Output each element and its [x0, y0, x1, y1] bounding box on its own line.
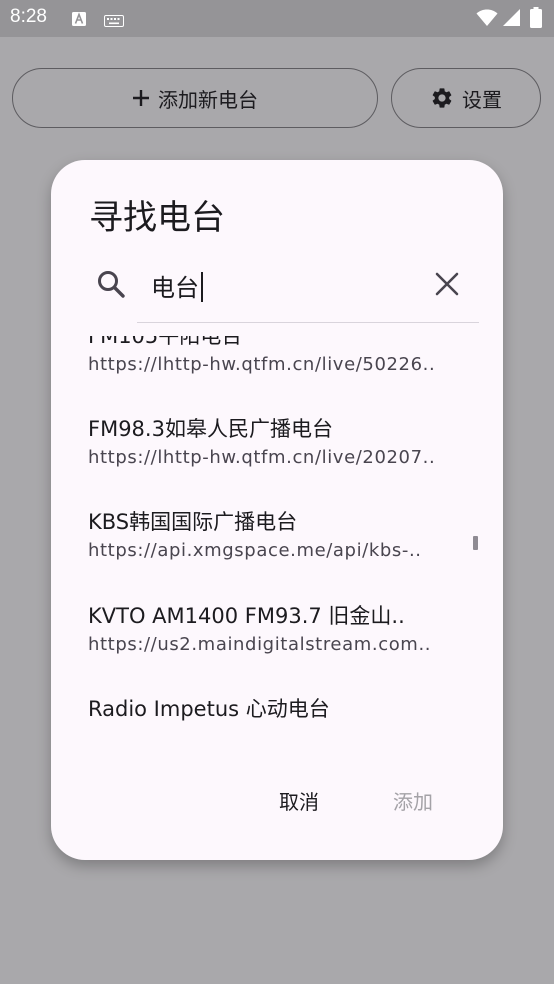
cancel-button[interactable]: 取消 [279, 786, 319, 815]
station-name: FM98.3如皋人民广播电台 [88, 417, 333, 441]
settings-label: 设置 [462, 87, 502, 112]
dialog-title: 寻找电台 [89, 198, 225, 238]
status-bar: 8:28 [0, 0, 554, 37]
station-results-list[interactable]: FM105平阳电台 https://lhttp-hw.qtfm.cn/live/… [51, 336, 503, 756]
settings-button[interactable]: 设置 [391, 68, 541, 128]
search-icon [95, 268, 127, 304]
results-scrollbar[interactable] [473, 536, 478, 550]
battery-icon [530, 7, 542, 32]
station-name: Radio Impetus 心动电台 [88, 697, 330, 721]
station-url: https://lhttp-hw.qtfm.cn/live/20207.. [88, 447, 436, 468]
dialog-actions: 取消 添加 [51, 786, 503, 820]
notification-a-icon [72, 11, 86, 30]
station-result-item[interactable]: KBS韩国国际广播电台 https://api.xmgspace.me/api/… [88, 508, 458, 564]
search-input-value: 电台 [151, 274, 199, 302]
find-station-dialog: 寻找电台 电台 FM105平阳电台 https://lhttp-hw.qtfm.… [51, 160, 503, 860]
add-button[interactable]: 添加 [393, 786, 433, 815]
search-underline [137, 322, 479, 323]
station-name: FM105平阳电台 [88, 336, 243, 348]
search-input[interactable]: 电台 [151, 268, 203, 303]
station-result-item[interactable]: Radio Impetus 心动电台 [88, 695, 458, 725]
clear-search-icon[interactable] [435, 272, 459, 300]
signal-icon [503, 9, 520, 30]
station-name: KVTO AM1400 FM93.7 旧金山.. [88, 604, 405, 628]
add-station-label: 添加新电台 [158, 87, 258, 112]
station-name: KBS韩国国际广播电台 [88, 510, 298, 534]
plus-icon [132, 89, 150, 107]
search-field[interactable]: 电台 [51, 250, 503, 323]
station-url: https://api.xmgspace.me/api/kbs-.. [88, 540, 422, 561]
add-station-button[interactable]: 添加新电台 [12, 68, 378, 128]
gear-icon [430, 86, 454, 110]
status-time: 8:28 [10, 6, 47, 27]
wifi-icon [476, 9, 498, 31]
station-result-item[interactable]: FM98.3如皋人民广播电台 https://lhttp-hw.qtfm.cn/… [88, 415, 458, 471]
station-url: https://lhttp-hw.qtfm.cn/live/50226.. [88, 354, 436, 375]
station-url: https://us2.maindigitalstream.com.. [88, 634, 432, 655]
keyboard-icon [104, 12, 124, 31]
text-caret [201, 272, 203, 302]
station-result-item[interactable]: KVTO AM1400 FM93.7 旧金山.. https://us2.mai… [88, 602, 458, 658]
station-result-item[interactable]: FM105平阳电台 https://lhttp-hw.qtfm.cn/live/… [88, 336, 458, 378]
